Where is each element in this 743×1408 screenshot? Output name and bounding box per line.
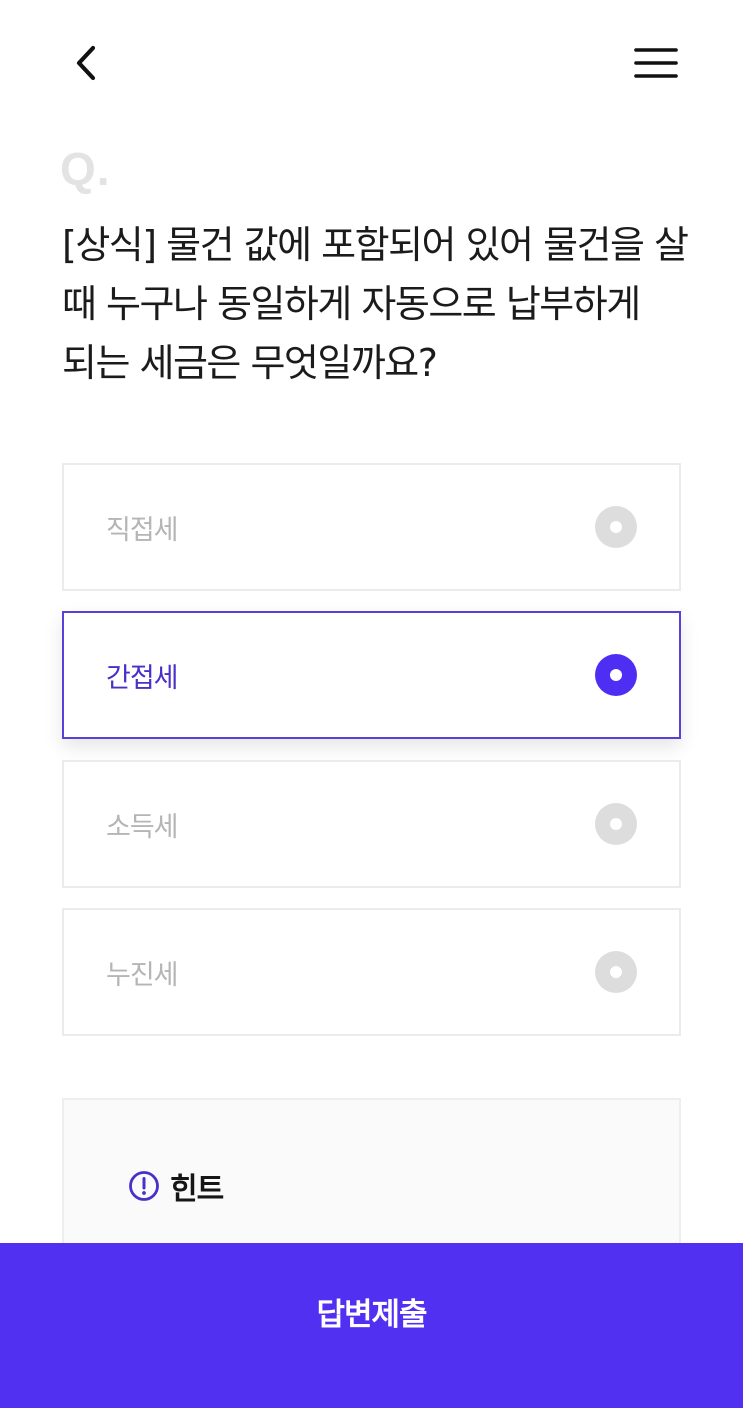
hamburger-menu-icon bbox=[634, 48, 678, 78]
option-label: 간접세 bbox=[106, 662, 179, 694]
radio-button[interactable] bbox=[595, 803, 637, 845]
radio-dot bbox=[610, 669, 622, 681]
option-income-tax[interactable]: 소득세 bbox=[62, 760, 681, 888]
chevron-left-icon bbox=[76, 45, 96, 81]
radio-button[interactable] bbox=[595, 506, 637, 548]
radio-button[interactable] bbox=[595, 951, 637, 993]
option-indirect-tax[interactable]: 간접세 bbox=[62, 611, 681, 739]
quiz-screen: Q. [상식] 물건 값에 포함되어 있어 물건을 살 때 누구나 동일하게 자… bbox=[0, 0, 743, 1408]
option-progressive-tax[interactable]: 누진세 bbox=[62, 908, 681, 1036]
question-text: [상식] 물건 값에 포함되어 있어 물건을 살 때 누구나 동일하게 자동으로… bbox=[62, 223, 689, 385]
radio-button-selected[interactable] bbox=[595, 654, 637, 696]
menu-button[interactable] bbox=[628, 38, 684, 88]
hint-label: 힌트 bbox=[170, 1172, 224, 1207]
back-button[interactable] bbox=[64, 38, 108, 88]
exclamation-circle-icon bbox=[129, 1171, 159, 1201]
radio-dot bbox=[610, 818, 622, 830]
option-direct-tax[interactable]: 직접세 bbox=[62, 463, 681, 591]
question-marker: Q. bbox=[60, 143, 111, 195]
radio-dot bbox=[610, 966, 622, 978]
radio-dot bbox=[610, 521, 622, 533]
option-label: 소득세 bbox=[106, 811, 179, 843]
option-label: 직접세 bbox=[106, 514, 179, 546]
submit-answer-button[interactable]: 답변제출 bbox=[0, 1243, 743, 1408]
hint-toggle[interactable]: 힌트 bbox=[128, 1164, 224, 1208]
option-label: 누진세 bbox=[106, 959, 179, 991]
